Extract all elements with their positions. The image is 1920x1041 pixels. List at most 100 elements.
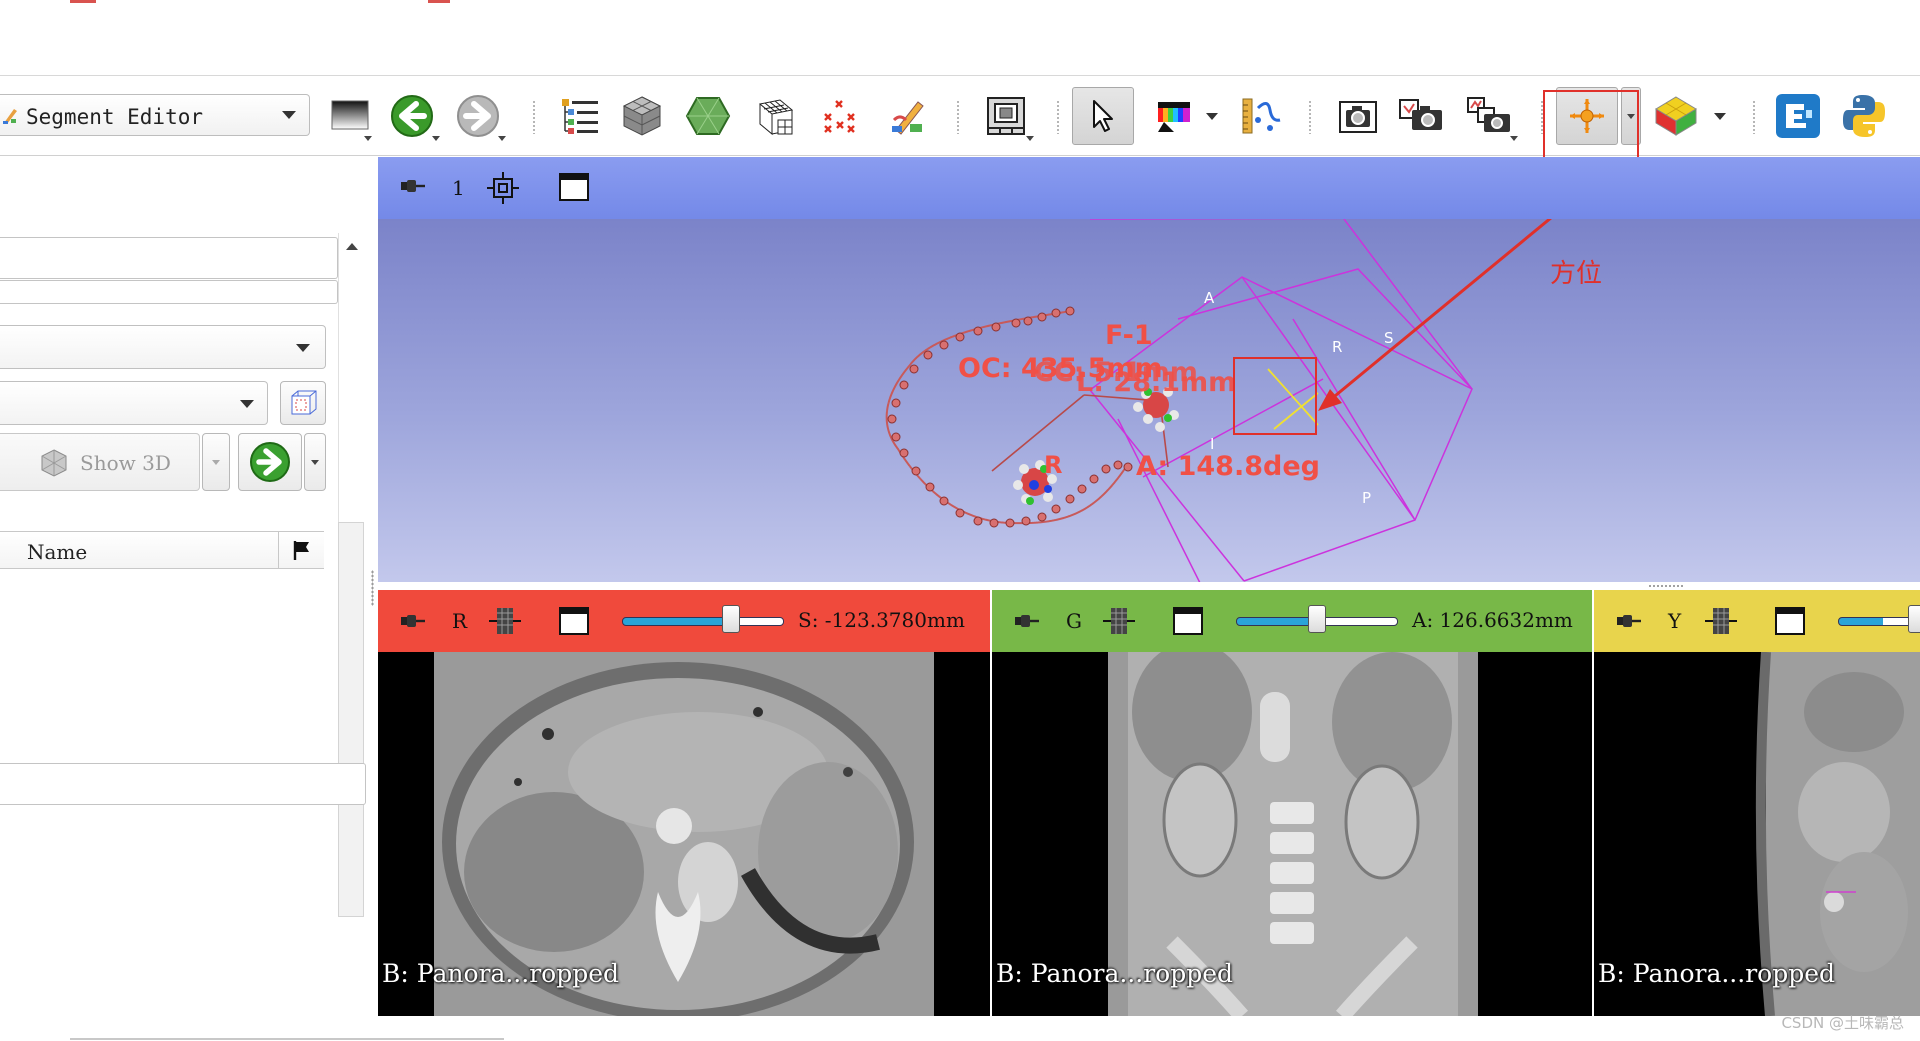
3d-model-icon	[41, 449, 67, 477]
slice-letter: G	[1066, 609, 1082, 633]
center-view-icon[interactable]	[486, 171, 520, 205]
maximize-icon[interactable]	[558, 172, 590, 202]
source-volume-selector[interactable]	[0, 381, 268, 425]
3d-cube-icon	[1655, 96, 1697, 136]
3d-cube-button[interactable]	[1648, 88, 1704, 144]
panel-field[interactable]	[0, 237, 338, 279]
screenshot-button[interactable]	[1330, 88, 1386, 144]
title-fragment	[428, 0, 450, 3]
annotation-highlight-box	[1543, 90, 1639, 162]
show-3d-button[interactable]: Show 3D	[0, 433, 200, 491]
ruler-button[interactable]	[1234, 88, 1290, 144]
apply-dropdown[interactable]	[304, 433, 326, 491]
panel-bottom-field[interactable]	[0, 763, 366, 805]
slice-letter: R	[452, 609, 468, 633]
slice-letter: Y	[1668, 609, 1682, 633]
python-icon	[1843, 95, 1885, 137]
toolbar-separator	[1308, 100, 1312, 134]
module-panel: Show 3D Name	[0, 157, 376, 1041]
green-slice-view[interactable]: B: Panora...ropped	[992, 652, 1592, 1016]
chevron-down-icon[interactable]	[1026, 136, 1034, 141]
markups-icon	[824, 100, 855, 133]
pin-icon[interactable]	[400, 177, 426, 195]
chevron-down-icon[interactable]	[364, 136, 372, 141]
toolbar-separator	[1056, 100, 1060, 134]
maximize-icon[interactable]	[1774, 606, 1806, 636]
forward-arrow-icon	[457, 95, 499, 137]
module-selector-label: Segment Editor	[26, 105, 204, 129]
watermark: CSDN @土味霸总	[1781, 1014, 1904, 1032]
red-slice-view[interactable]: B: Panora...ropped	[378, 652, 990, 1016]
panel-field-secondary[interactable]	[0, 280, 338, 304]
slice-options-icon[interactable]	[488, 605, 522, 637]
flag-icon	[293, 541, 309, 560]
maximize-icon[interactable]	[1172, 606, 1204, 636]
ruler-icon	[1242, 98, 1281, 134]
slice-offset-slider[interactable]	[622, 617, 784, 626]
data-module-button[interactable]	[552, 88, 608, 144]
module-selector[interactable]: Segment Editor	[0, 94, 310, 136]
extension-manager-button[interactable]	[1770, 88, 1826, 144]
capture-icon	[1467, 97, 1510, 132]
chevron-down-icon[interactable]	[1206, 113, 1218, 120]
slice-options-icon[interactable]	[1704, 605, 1738, 637]
chevron-down-icon[interactable]	[1510, 136, 1518, 141]
name-column-header[interactable]: Name	[27, 540, 87, 564]
3d-view[interactable]: A R S I P F-1 OC: 435.5mm L: 28.1mm CC: …	[378, 219, 1920, 582]
volumes-icon	[622, 96, 662, 136]
mouse-pointer-button[interactable]	[1072, 87, 1134, 145]
apply-button[interactable]	[238, 433, 302, 491]
chevron-down-icon	[282, 111, 296, 119]
toolbar-separator	[532, 100, 536, 134]
editor-button[interactable]	[880, 88, 936, 144]
geometry-button[interactable]	[280, 381, 326, 425]
editor-icon	[892, 101, 924, 135]
view-number: 1	[452, 176, 465, 200]
pin-icon[interactable]	[1616, 612, 1642, 630]
pin-icon[interactable]	[400, 612, 426, 630]
slice-caption: B: Panora...ropped	[1598, 959, 1835, 988]
show-3d-dropdown[interactable]	[202, 433, 230, 491]
chevron-down-icon[interactable]	[432, 136, 440, 141]
slice-offset-slider-handle[interactable]	[1308, 605, 1326, 633]
slice-caption: B: Panora...ropped	[996, 959, 1233, 988]
markups-button[interactable]	[814, 88, 870, 144]
slice-offset-slider-handle[interactable]	[722, 605, 740, 633]
panel-splitter-handle[interactable]	[371, 570, 374, 606]
title-bar-remnant	[0, 0, 1920, 76]
chevron-down-icon[interactable]	[498, 136, 506, 141]
chevron-down-icon[interactable]	[1714, 113, 1726, 120]
slice-caption: B: Panora...ropped	[382, 959, 619, 988]
bottom-divider	[70, 1038, 504, 1040]
color-bar-icon	[1158, 102, 1190, 132]
transforms-icon	[758, 99, 794, 136]
yellow-slice-view[interactable]: B: Panora...ropped	[1594, 652, 1920, 1016]
segmentation-selector[interactable]	[0, 325, 326, 369]
3d-view-controller: 1	[378, 157, 1920, 219]
models-button[interactable]	[680, 88, 736, 144]
slice-offset-value: A: 126.6632mm	[1412, 608, 1573, 632]
pin-icon[interactable]	[1014, 612, 1040, 630]
splitter-grip-dots	[1648, 584, 1684, 588]
mouse-pointer-icon	[1093, 100, 1113, 132]
volumes-button[interactable]	[614, 88, 670, 144]
title-fragment	[70, 0, 96, 3]
transforms-button[interactable]	[748, 88, 804, 144]
view-splitter[interactable]	[378, 582, 1920, 590]
slice-options-icon[interactable]	[1102, 605, 1136, 637]
scene-view-button[interactable]	[1394, 88, 1450, 144]
screenshot-icon	[1339, 101, 1377, 133]
color-bar-button[interactable]	[1146, 88, 1202, 144]
yellow-slice-controller: Y	[1594, 590, 1920, 652]
scene-view-icon	[1399, 99, 1442, 130]
python-console-button[interactable]	[1836, 88, 1892, 144]
green-slice-controller: G A: 126.6632mm	[992, 590, 1592, 652]
slice-offset-value: S: -123.3780mm	[798, 608, 965, 632]
chevron-down-icon	[212, 460, 220, 465]
maximize-icon[interactable]	[558, 606, 590, 636]
slice-offset-slider-handle[interactable]	[1908, 605, 1920, 633]
flag-column-header[interactable]	[278, 532, 324, 568]
geometry-cube-icon	[291, 390, 317, 415]
toolbar-separator	[1752, 100, 1756, 134]
scrollbar-thumb[interactable]	[338, 522, 364, 917]
